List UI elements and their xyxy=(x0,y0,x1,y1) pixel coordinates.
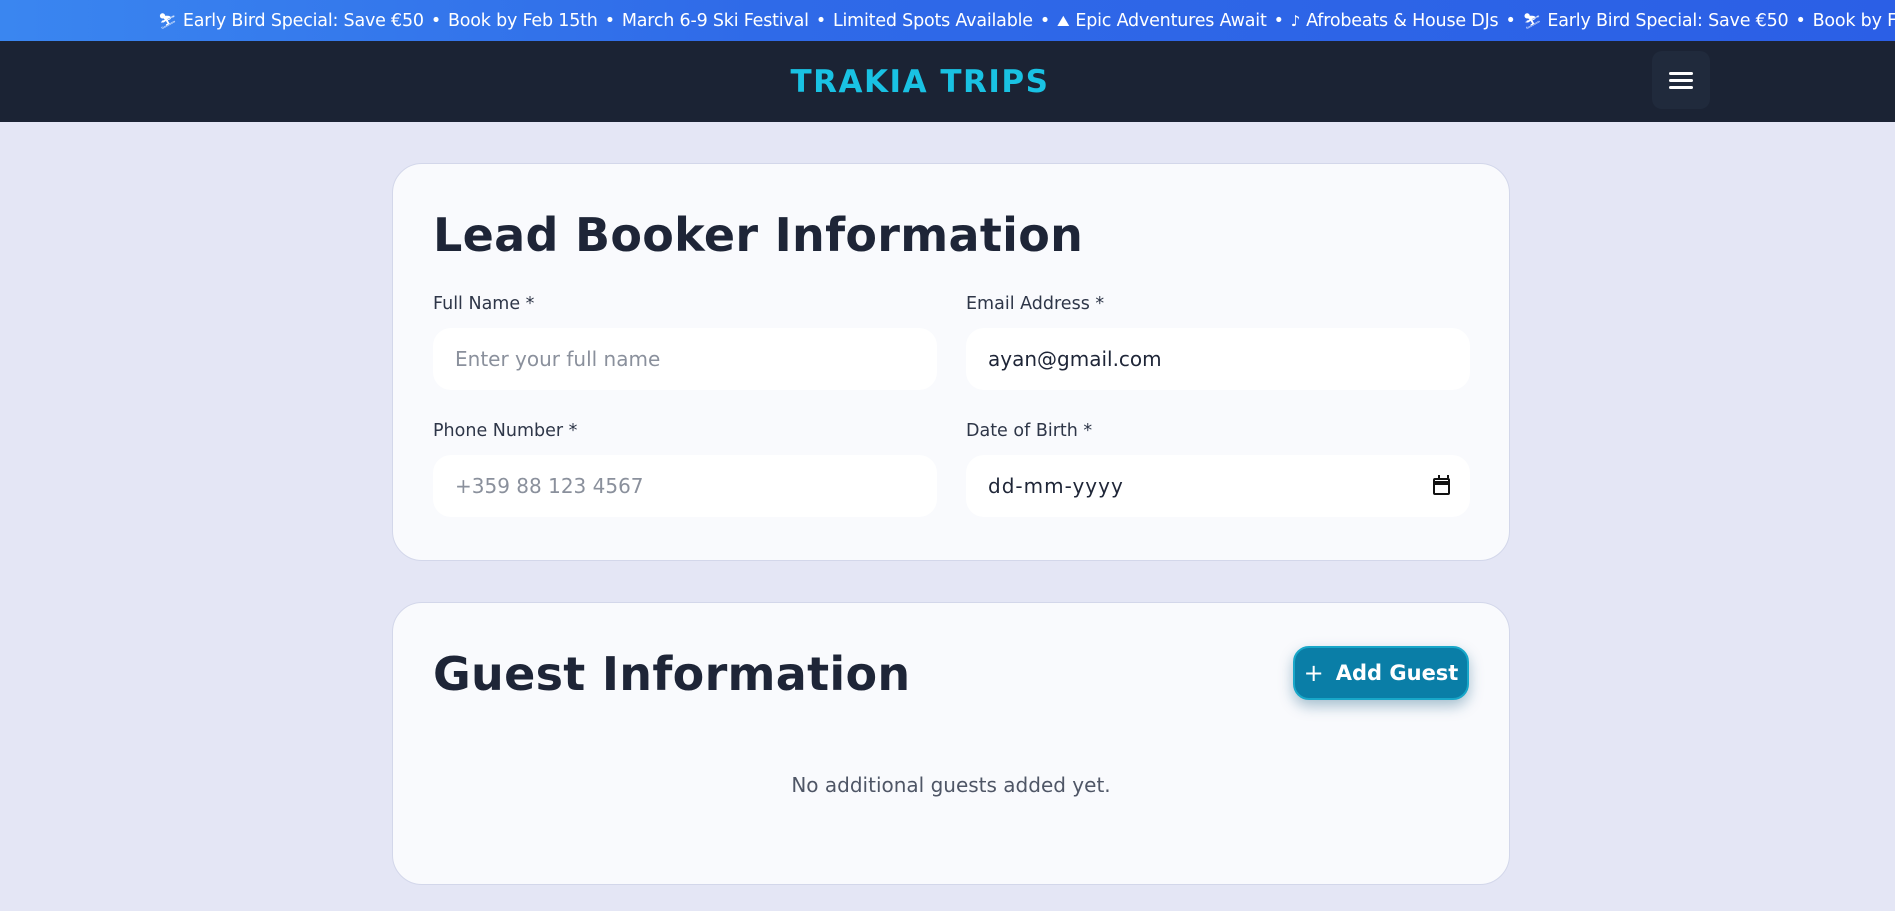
ticker-text: Book by Feb 15th xyxy=(447,10,598,31)
menu-button[interactable] xyxy=(1652,51,1710,109)
ticker-item: ♪ Afrobeats & House DJs xyxy=(1291,11,1499,31)
hamburger-menu-icon xyxy=(1669,71,1693,89)
ticker-item: Book by Feb 15th xyxy=(448,11,598,31)
ticker-separator: • xyxy=(430,10,441,31)
lead-booker-title: Lead Booker Information xyxy=(433,208,1084,262)
mountain-icon: ⛰ xyxy=(1056,11,1070,30)
empty-guests-message: No additional guests added yet. xyxy=(791,773,1111,797)
dob-value: dd-mm-yyyy xyxy=(988,474,1124,498)
ticker-track: ⛷ Early Bird Special: Save €50 • Book by Fe… xyxy=(158,0,1895,41)
ski-icon: ⛷ xyxy=(158,11,177,30)
site-header: TRAKIA TRIPS xyxy=(0,41,1895,122)
full-name-label: Full Name * xyxy=(433,294,535,314)
email-label: Email Address * xyxy=(966,294,1105,314)
dob-input[interactable]: dd-mm-yyyy xyxy=(966,455,1470,517)
ticker-separator: • xyxy=(1505,10,1516,31)
email-input[interactable] xyxy=(966,328,1470,390)
ticker-text: Afrobeats & House DJs xyxy=(1306,10,1499,31)
ticker-item: ⛷ Early Bird Special: Save €50 xyxy=(1523,11,1789,31)
brand-logo[interactable]: TRAKIA TRIPS xyxy=(0,41,1840,122)
dob-label: Date of Birth * xyxy=(966,421,1093,441)
ski-icon: ⛷ xyxy=(1522,11,1542,30)
calendar-icon[interactable] xyxy=(1433,474,1450,495)
ticker-separator: • xyxy=(1795,10,1806,31)
ticker-separator: • xyxy=(1273,10,1284,31)
lead-booker-card: Lead Booker Information Full Name * Emai… xyxy=(392,163,1510,561)
phone-label: Phone Number * xyxy=(433,421,578,441)
plus-icon: + xyxy=(1303,659,1324,687)
ticker-item: ⛷ Early Bird Special: Save €50 xyxy=(158,11,424,31)
ticker-item: ⛰ Epic Adventures Await xyxy=(1057,11,1267,31)
add-guest-label: Add Guest xyxy=(1335,661,1459,685)
ticker-item: Book by Feb 15th xyxy=(1813,11,1895,31)
ticker-text: Book by Feb 15th xyxy=(1812,10,1895,31)
ticker-item: Limited Spots Available xyxy=(833,11,1033,31)
guest-info-card: Guest Information + Add Guest No additio… xyxy=(392,602,1510,885)
guest-info-title: Guest Information xyxy=(433,647,911,701)
announcement-ticker: ⛷ Early Bird Special: Save €50 • Book by Fe… xyxy=(0,0,1895,41)
music-note-icon: ♪ xyxy=(1290,11,1301,30)
ticker-text: Early Bird Special: Save €50 xyxy=(1547,10,1789,31)
ticker-separator: • xyxy=(815,10,826,31)
phone-input[interactable] xyxy=(433,455,937,517)
ticker-separator: • xyxy=(1039,10,1050,31)
ticker-text: Epic Adventures Await xyxy=(1075,10,1267,31)
full-name-input[interactable] xyxy=(433,328,937,390)
ticker-separator: • xyxy=(604,10,615,31)
ticker-text: Early Bird Special: Save €50 xyxy=(182,10,424,31)
ticker-text: March 6-9 Ski Festival xyxy=(621,10,809,31)
add-guest-button[interactable]: + Add Guest xyxy=(1293,646,1469,700)
ticker-text: Limited Spots Available xyxy=(832,10,1033,31)
ticker-item: March 6-9 Ski Festival xyxy=(622,11,809,31)
